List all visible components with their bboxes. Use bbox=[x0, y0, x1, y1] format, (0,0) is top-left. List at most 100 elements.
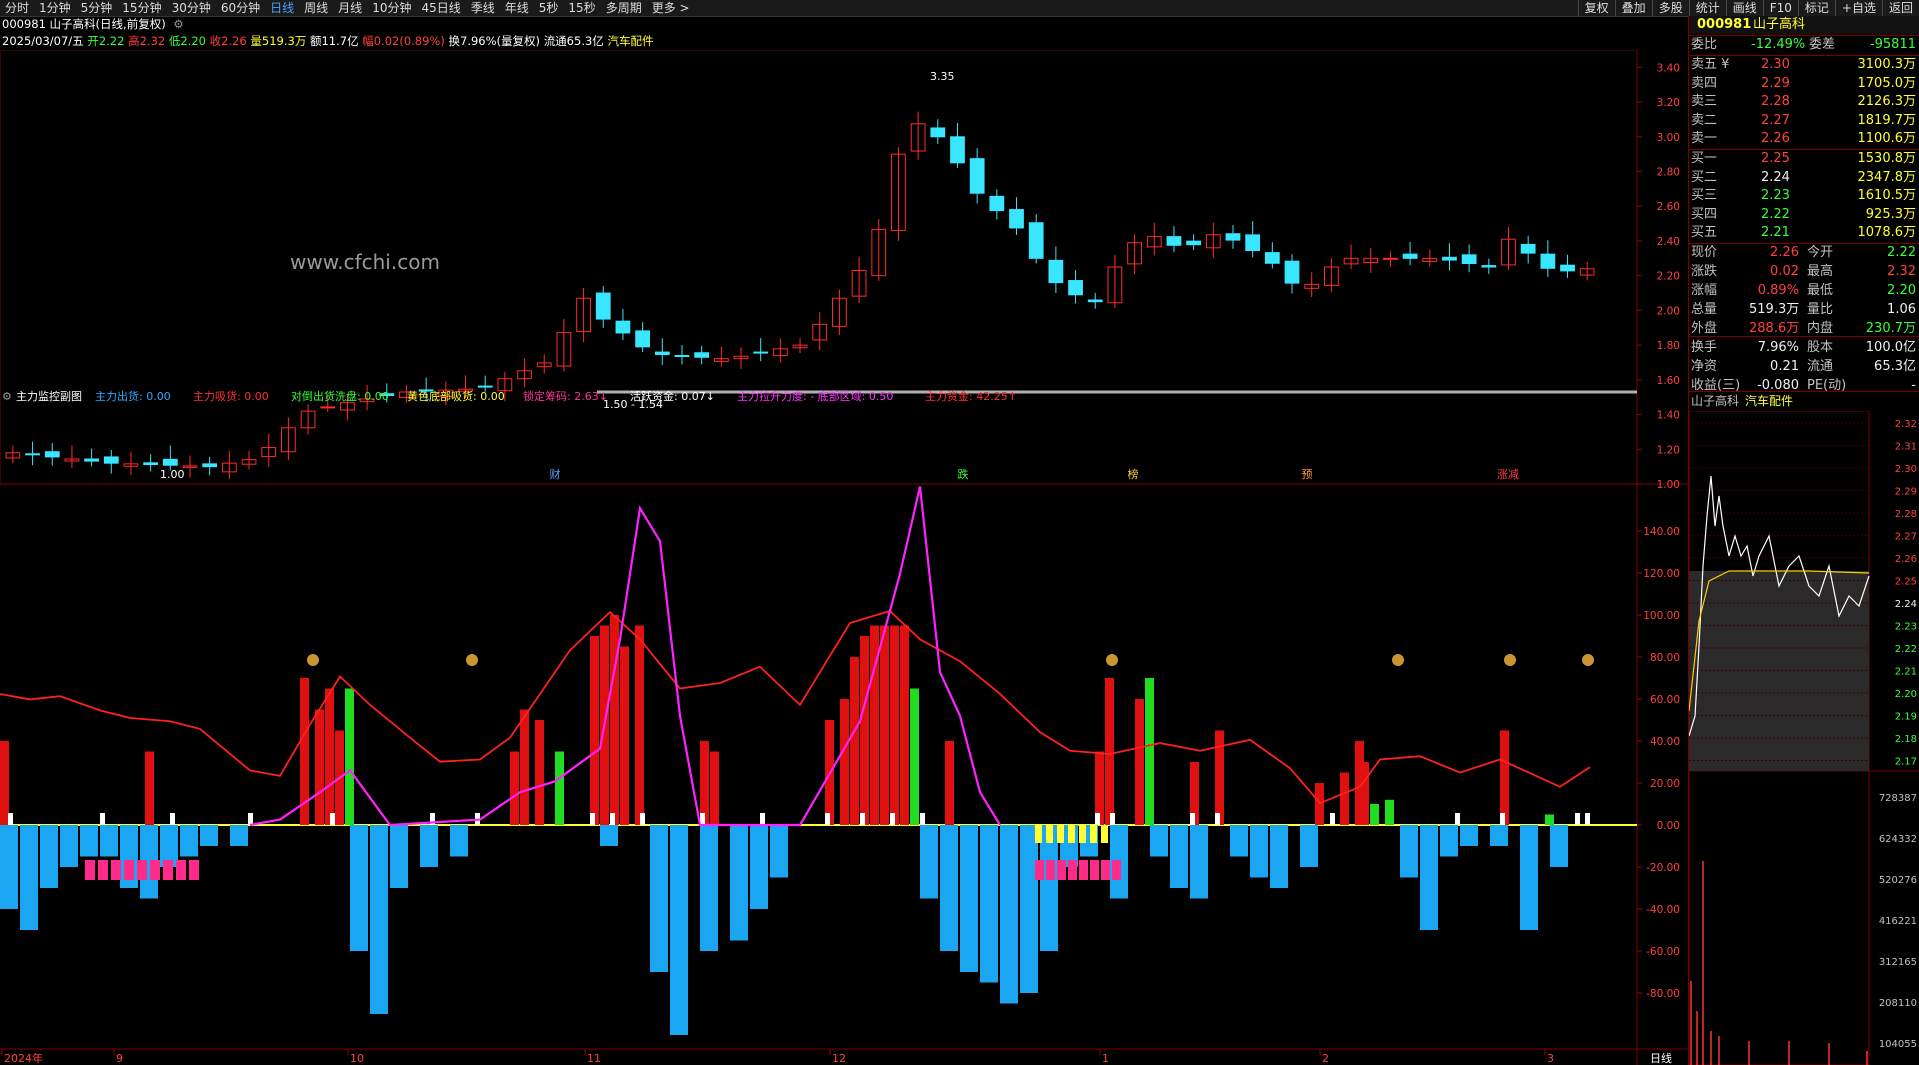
active-fund-bar bbox=[330, 813, 335, 825]
candle-body bbox=[1284, 260, 1300, 284]
tool-button-0[interactable]: 复权 bbox=[1577, 0, 1615, 16]
stat-label-2: 流通 bbox=[1807, 359, 1834, 374]
row-volume: 2347.8万 bbox=[1857, 169, 1917, 185]
price-y-axis: 3.40 3.20 3.00 2.80 2.60 2.40 2.20 2.00 1.80 1.60… bbox=[1637, 62, 1680, 491]
tool-button-3[interactable]: 统计 bbox=[1688, 0, 1726, 16]
tab-6[interactable]: 日线 bbox=[265, 0, 299, 16]
price-tick-label: 1.40 bbox=[1657, 410, 1680, 422]
tool-button-8[interactable]: 返回 bbox=[1881, 0, 1919, 16]
intraday-volume-tick: 728387 bbox=[1879, 793, 1917, 804]
tab-15[interactable]: 多周期 bbox=[601, 0, 647, 16]
settings-icon[interactable]: ⚙ bbox=[173, 17, 183, 31]
x-tick-label-2: 10 bbox=[350, 1052, 364, 1065]
active-fund-bar bbox=[170, 813, 175, 825]
tool-button-4[interactable]: 画线 bbox=[1725, 0, 1763, 16]
row-volume: 1100.6万 bbox=[1857, 131, 1917, 147]
inflow-bar bbox=[1500, 730, 1509, 825]
money-bag-icon bbox=[1582, 654, 1594, 666]
intraday-chart[interactable]: 2.32 2.31 2.30 2.29 2.28 2.27 2.26 2.25 2.24 2.23… bbox=[1689, 411, 1919, 1065]
period-tabs: 分时 1分钟 5分钟 15分钟 30分钟 60分钟 日线 周线 月线 10分钟 45日线 季线 年线 5秒… bbox=[0, 0, 695, 16]
lock-chip-bar bbox=[150, 860, 160, 880]
tab-7[interactable]: 周线 bbox=[299, 0, 333, 16]
active-fund-bar bbox=[1215, 813, 1220, 825]
outflow-bar bbox=[1490, 825, 1508, 846]
stat-value-2: 2.22 bbox=[1887, 245, 1916, 260]
inflow-bar bbox=[510, 751, 519, 825]
tab-14[interactable]: 15秒 bbox=[563, 0, 600, 16]
row-label: 买一 bbox=[1691, 151, 1718, 166]
lock-chip-bar bbox=[111, 860, 121, 880]
bid-row-1: 买二 2.24 2347.8万 bbox=[1689, 169, 1919, 187]
chart-area[interactable]: 3.40 3.20 3.00 2.80 2.60 2.40 2.20 2.00 1.80 1.60… bbox=[0, 50, 1688, 1065]
legend-item-7: 主力资金: 42.25↑ bbox=[925, 389, 1017, 403]
row-price: 2.25 bbox=[1761, 151, 1790, 166]
tab-11[interactable]: 季线 bbox=[466, 0, 500, 16]
stat-value-2: 65.3亿 bbox=[1874, 359, 1916, 374]
outflow-bar bbox=[100, 825, 118, 857]
inflow-bar bbox=[710, 751, 719, 825]
bar-change: 幅0.02(0.89%) bbox=[362, 34, 445, 48]
tab-5[interactable]: 60分钟 bbox=[216, 0, 265, 16]
tab-9[interactable]: 10分钟 bbox=[367, 0, 416, 16]
outflow-bar bbox=[650, 825, 668, 972]
intraday-volume-tick: 312165 bbox=[1879, 957, 1917, 968]
stat-value-1: 519.3万 bbox=[1749, 302, 1800, 317]
tab-0[interactable]: 分时 bbox=[0, 0, 34, 16]
tab-13[interactable]: 5秒 bbox=[534, 0, 564, 16]
tool-button-6[interactable]: 标记 bbox=[1797, 0, 1835, 16]
lock-chip-bar bbox=[124, 860, 134, 880]
tool-button-7[interactable]: +自选 bbox=[1834, 0, 1882, 16]
stat-value-1: 2.26 bbox=[1770, 245, 1799, 260]
inflow-bar bbox=[850, 657, 859, 825]
stat-value-2: - bbox=[1911, 378, 1916, 393]
inflow-bar bbox=[1135, 699, 1144, 825]
candle-body bbox=[1028, 222, 1044, 259]
outflow-bar bbox=[1520, 825, 1538, 930]
tab-4[interactable]: 30分钟 bbox=[167, 0, 216, 16]
tab-16[interactable]: 更多 > bbox=[647, 0, 695, 16]
weicha-label: 委差 bbox=[1809, 37, 1836, 52]
lock-chip-bar bbox=[1035, 860, 1044, 880]
tool-button-1[interactable]: 叠加 bbox=[1614, 0, 1652, 16]
active-fund-bar bbox=[1110, 813, 1115, 825]
active-fund-bar bbox=[760, 813, 765, 825]
tab-8[interactable]: 月线 bbox=[333, 0, 367, 16]
tool-button-5[interactable]: F10 bbox=[1762, 0, 1798, 16]
outflow-bar bbox=[670, 825, 688, 1035]
candle-body bbox=[615, 320, 631, 334]
tab-2[interactable]: 5分钟 bbox=[76, 0, 118, 16]
legend-item-2: 对倒出货洗盘: 0.00 bbox=[291, 389, 389, 403]
indicator-title: 主力监控副图 bbox=[16, 389, 82, 403]
x-tick-label-6: 2 bbox=[1322, 1052, 1329, 1065]
bar-close: 收2.26 bbox=[209, 34, 247, 48]
inflow-bar bbox=[1215, 730, 1224, 825]
tool-button-2[interactable]: 多股 bbox=[1651, 0, 1689, 16]
tab-1[interactable]: 1分钟 bbox=[34, 0, 76, 16]
bar-sector: 汽车配件 bbox=[607, 34, 654, 48]
row-price: 2.28 bbox=[1761, 94, 1790, 110]
intraday-volume-tick: 416221 bbox=[1879, 916, 1917, 927]
tab-3[interactable]: 15分钟 bbox=[117, 0, 166, 16]
stat-label-1: 净资 bbox=[1691, 359, 1718, 374]
main-fund-line bbox=[0, 609, 1591, 805]
candle-body bbox=[103, 456, 119, 464]
bottom-absorb-bar bbox=[1046, 825, 1053, 843]
row-volume: 1078.6万 bbox=[1857, 225, 1917, 241]
outflow-bar bbox=[960, 825, 978, 972]
x-axis: 2024年 9 10 11 12 1 2 3 日线 bbox=[1, 1049, 1672, 1065]
tab-10[interactable]: 45日线 bbox=[416, 0, 465, 16]
intraday-price-tick: 2.21 bbox=[1895, 667, 1917, 678]
stat-value-1: 7.96% bbox=[1757, 340, 1799, 355]
outflow-bar bbox=[1150, 825, 1168, 857]
outflow-bar bbox=[1550, 825, 1568, 867]
wash-bar bbox=[1145, 678, 1154, 825]
active-fund-bar bbox=[860, 813, 865, 825]
lock-chip-bar bbox=[1057, 860, 1066, 880]
candle-body bbox=[1186, 240, 1202, 246]
tab-12[interactable]: 年线 bbox=[500, 0, 534, 16]
stat-label-2: PE(动) bbox=[1807, 378, 1847, 393]
legend-item-4: 锁定筹码: 2.63↓ bbox=[523, 389, 608, 403]
price-tick-label: 2.40 bbox=[1657, 236, 1680, 248]
legend-item-6: 主力拉升力度: - 底部区域: 0.50 bbox=[737, 389, 893, 403]
active-fund-bar bbox=[825, 813, 830, 825]
